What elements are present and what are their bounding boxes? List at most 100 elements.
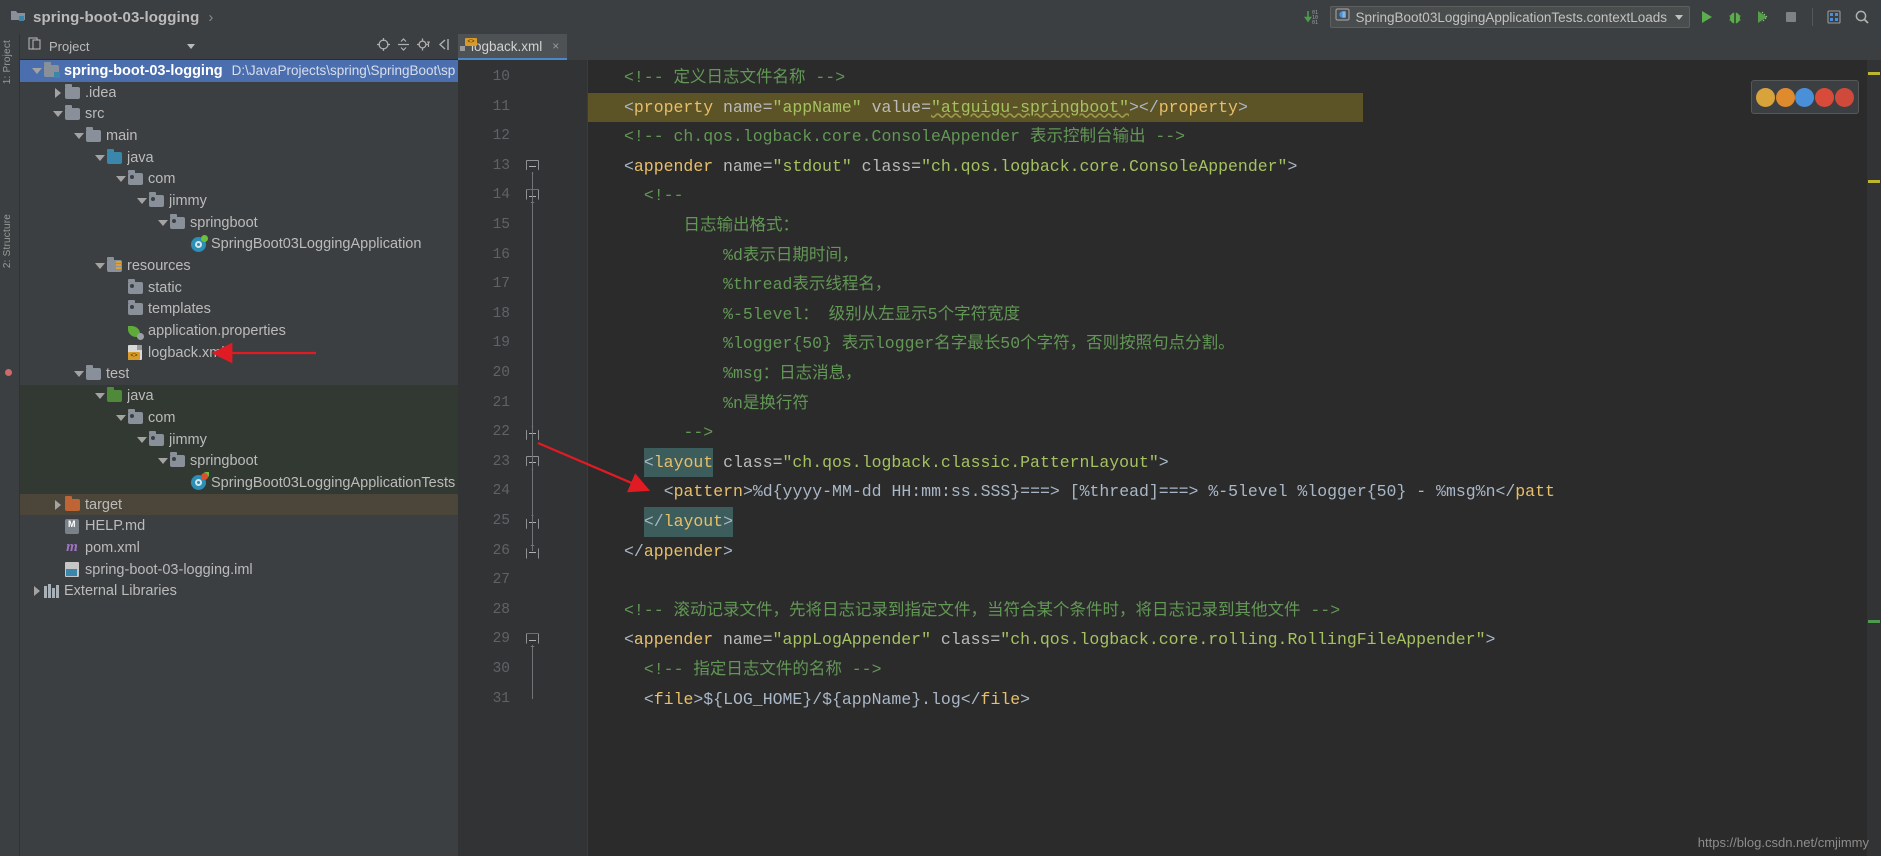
- database-button[interactable]: [1823, 6, 1845, 28]
- code-line[interactable]: <!-- ch.qos.logback.core.ConsoleAppender…: [624, 122, 1185, 152]
- tree-node-help-md[interactable]: HELP.md: [20, 515, 458, 537]
- tree-node-springboot03loggingapplicationtests[interactable]: SpringBoot03LoggingApplicationTests: [20, 472, 458, 494]
- code-line[interactable]: %msg：日志消息，: [644, 359, 862, 389]
- stripe-mark-warning: [1868, 72, 1880, 75]
- tree-twisty[interactable]: [72, 132, 85, 139]
- tree-twisty[interactable]: [51, 499, 64, 510]
- code-line[interactable]: %-5level： 级别从左显示5个字符宽度: [644, 300, 1020, 330]
- project-tree[interactable]: spring-boot-03-logging D:\JavaProjects\sp…: [20, 60, 458, 856]
- close-icon[interactable]: ×: [552, 39, 559, 53]
- tree-node-application-properties[interactable]: application.properties: [20, 320, 458, 342]
- code-line[interactable]: %thread表示线程名，: [644, 270, 891, 300]
- chevron-down-icon[interactable]: [187, 44, 196, 49]
- tree-twisty[interactable]: [51, 87, 64, 98]
- editor-tab-logback-xml[interactable]: <> logback.xml ×: [458, 34, 568, 60]
- scroll-to-source-icon[interactable]: [376, 37, 391, 57]
- line-number: 10: [492, 69, 510, 85]
- tree-twisty[interactable]: [93, 263, 106, 270]
- tree-node-springboot[interactable]: springboot: [20, 212, 458, 234]
- run-with-coverage-button[interactable]: [1752, 6, 1774, 28]
- code-line[interactable]: </appender>: [624, 537, 733, 567]
- tree-node-external-libraries[interactable]: External Libraries: [20, 581, 458, 603]
- tree-node-label: resources: [127, 258, 191, 275]
- tree-node-label: pom.xml: [85, 539, 140, 556]
- stripe-item-project[interactable]: 1: Project: [2, 40, 13, 84]
- editor-error-stripe[interactable]: [1867, 60, 1881, 856]
- stop-button[interactable]: [1780, 6, 1802, 28]
- tree-node-test[interactable]: test: [20, 364, 458, 386]
- stripe-item-structure[interactable]: 2: Structure: [2, 214, 13, 268]
- code-canvas[interactable]: 10 11 12 13 14 15 16 17 18 19 20 21 22 23 24 25 26 27 28 29…: [458, 60, 1881, 856]
- tree-node-java[interactable]: java: [20, 147, 458, 169]
- code-token: >: [1158, 452, 1169, 472]
- tree-twisty[interactable]: [51, 111, 64, 118]
- tree-twisty[interactable]: [72, 371, 85, 378]
- tree-twisty[interactable]: [135, 197, 148, 204]
- tree-node-main[interactable]: main: [20, 125, 458, 147]
- code-line[interactable]: <!--: [644, 181, 684, 211]
- tree-node-target[interactable]: target: [20, 493, 458, 516]
- tree-node--idea[interactable]: .idea: [20, 82, 458, 104]
- settings-gear-icon[interactable]: [416, 37, 431, 57]
- code-line[interactable]: <appender name="appLogAppender" class="c…: [624, 625, 1495, 655]
- tree-node-static[interactable]: static: [20, 277, 458, 299]
- code-line[interactable]: <property name="appName" value="atguigu-…: [624, 93, 1248, 123]
- line-number: 20: [492, 365, 510, 381]
- code-line[interactable]: <!-- 滚动记录文件，先将日志记录到指定文件，当符合某个条件时，将日志记录到其…: [624, 596, 1340, 626]
- stripe-mark-warning: [1868, 180, 1880, 183]
- code-line[interactable]: <!-- 定义日志文件名称 -->: [624, 63, 845, 93]
- code-line[interactable]: <!-- 指定日志文件的名称 -->: [644, 655, 882, 685]
- tree-twisty[interactable]: [114, 176, 127, 183]
- code-token: file: [653, 689, 694, 709]
- tree-twisty[interactable]: [30, 67, 43, 74]
- tree-twisty[interactable]: [156, 458, 169, 465]
- tree-node-pom-xml[interactable]: m pom.xml: [20, 537, 458, 559]
- tree-node-jimmy[interactable]: jimmy: [20, 428, 458, 451]
- tree-twisty[interactable]: [93, 154, 106, 161]
- run-configuration-selector[interactable]: SpringBoot03LoggingApplicationTests.cont…: [1329, 6, 1690, 28]
- code-line[interactable]: %logger{50} 表示logger名字最长50个字符，否则按照句点分割。: [644, 329, 1235, 359]
- collapse-all-icon[interactable]: [396, 37, 411, 57]
- chevron-down-icon[interactable]: [1675, 14, 1683, 20]
- debug-button[interactable]: [1724, 6, 1746, 28]
- code-line[interactable]: <appender name="stdout" class="ch.qos.lo…: [624, 152, 1297, 182]
- tree-node-springboot[interactable]: springboot: [20, 450, 458, 473]
- tree-twisty[interactable]: [93, 393, 106, 400]
- step-over-icon[interactable]: 01 10 01: [1302, 6, 1324, 28]
- tree-node-spring-boot-03-logging[interactable]: spring-boot-03-logging D:\JavaProjects\sp…: [20, 60, 458, 82]
- code-line[interactable]: <layout class="ch.qos.logback.classic.Pa…: [644, 448, 1169, 478]
- code-line[interactable]: %n是换行符: [644, 389, 809, 419]
- tree-twisty[interactable]: [30, 586, 43, 597]
- tree-node-logback-xml[interactable]: <> logback.xml: [20, 342, 458, 364]
- tree-node-label: spring-boot-03-logging.iml: [85, 561, 253, 578]
- code-token: %d表示日期时间，: [643, 245, 859, 265]
- tree-twisty[interactable]: [156, 219, 169, 226]
- tree-node-resources[interactable]: resources: [20, 255, 458, 277]
- tree-node-com[interactable]: com: [20, 168, 458, 190]
- code-line[interactable]: 日志输出格式：: [644, 211, 799, 241]
- editor-gutter[interactable]: 10 11 12 13 14 15 16 17 18 19 20 21 22 23 24 25 26 27 28 29…: [458, 60, 588, 856]
- tree-node-templates[interactable]: templates: [20, 299, 458, 321]
- search-everywhere-icon[interactable]: [1851, 6, 1873, 28]
- hide-panel-icon[interactable]: [436, 37, 451, 57]
- code-token: >: [742, 482, 753, 502]
- tree-node-springboot03loggingapplication[interactable]: SpringBoot03LoggingApplication: [20, 234, 458, 256]
- code-line[interactable]: </layout>: [644, 507, 733, 537]
- tree-node-jimmy[interactable]: jimmy: [20, 190, 458, 212]
- project-panel-title-group[interactable]: Project: [20, 37, 376, 56]
- tree-twisty[interactable]: [135, 436, 148, 443]
- stripe-mark-info: [1868, 620, 1880, 623]
- package-icon: [169, 213, 185, 231]
- inspection-widget[interactable]: [1751, 80, 1859, 114]
- code-line[interactable]: %d表示日期时间，: [643, 241, 859, 271]
- run-button[interactable]: [1696, 6, 1718, 28]
- tree-node-spring-boot-03-logging-iml[interactable]: spring-boot-03-logging.iml: [20, 559, 458, 581]
- code-line[interactable]: <pattern>%d{yyyy-MM-dd HH:mm:ss.SSS}===>…: [664, 477, 1555, 507]
- tree-node-java[interactable]: java: [20, 385, 458, 407]
- tree-node-com[interactable]: com: [20, 407, 458, 429]
- code-line[interactable]: -->: [644, 418, 713, 448]
- code-lines[interactable]: <!-- 定义日志文件名称 --> <property name="appName…: [588, 60, 1881, 856]
- code-line[interactable]: <file>${LOG_HOME}/${appName}.log</file>: [644, 685, 1030, 715]
- tree-node-src[interactable]: src: [20, 103, 458, 125]
- tree-twisty[interactable]: [114, 414, 127, 421]
